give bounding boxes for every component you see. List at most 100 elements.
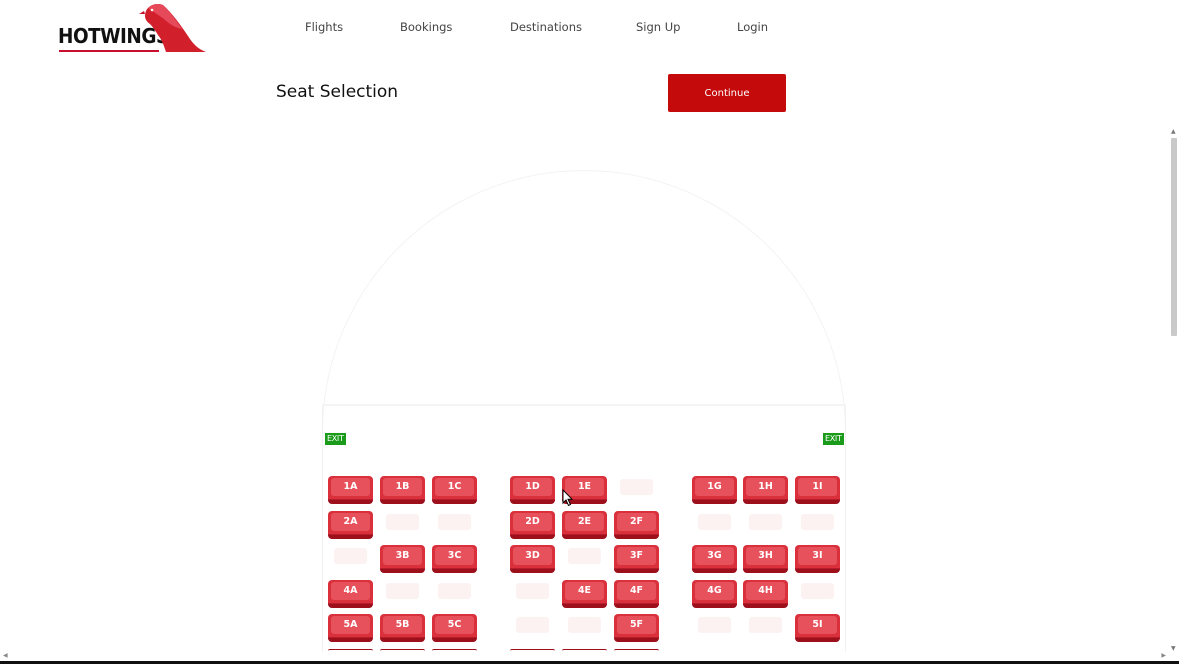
seat-4e[interactable]: 4E xyxy=(562,580,607,608)
cabin-wall-left xyxy=(322,404,323,652)
seat-label: 3B xyxy=(395,549,410,561)
seat-label: 4F xyxy=(629,584,644,596)
seat-label: 5C xyxy=(447,618,462,630)
cabin-divider xyxy=(322,404,846,406)
scroll-down-icon[interactable]: ▼ xyxy=(1171,645,1176,652)
seat-label: 3F xyxy=(629,549,644,561)
seat-5b[interactable]: 5B xyxy=(380,614,425,642)
seat-4c: 4C xyxy=(432,580,477,608)
seat-3d[interactable]: 3D xyxy=(510,545,555,573)
seat-cushion xyxy=(334,548,367,564)
seat-1d[interactable]: 1D xyxy=(510,476,555,504)
seat-4i: 4I xyxy=(795,580,840,608)
seat-cushion xyxy=(438,583,471,599)
seat-5g: 5G xyxy=(692,614,737,642)
seat-2b: 2B xyxy=(380,511,425,539)
seat-label: 3G xyxy=(707,549,722,561)
seat-label: 1I xyxy=(812,480,823,492)
seat-cushion xyxy=(516,617,549,633)
seat-5f[interactable]: 5F xyxy=(614,614,659,642)
seat-3b[interactable]: 3B xyxy=(380,545,425,573)
seat-label: 3D xyxy=(525,549,540,561)
mouse-cursor-icon xyxy=(562,489,574,507)
nav-login[interactable]: Login xyxy=(737,20,768,34)
seat-label: 1H xyxy=(758,480,773,492)
seat-label: 2E xyxy=(577,515,592,527)
seat-1a[interactable]: 1A xyxy=(328,476,373,504)
seat-4d: 4D xyxy=(510,580,555,608)
seat-label: 5I xyxy=(812,618,823,630)
nav-destinations[interactable]: Destinations xyxy=(510,20,582,34)
seat-1f: 1F xyxy=(614,476,659,504)
seat-1g[interactable]: 1G xyxy=(692,476,737,504)
seat-4f[interactable]: 4F xyxy=(614,580,659,608)
seat-label: 3C xyxy=(447,549,462,561)
seat-4b: 4B xyxy=(380,580,425,608)
seat-cushion xyxy=(386,583,419,599)
seat-label: 4H xyxy=(758,584,773,596)
seat-5e: 5E xyxy=(562,614,607,642)
seat-1c[interactable]: 1C xyxy=(432,476,477,504)
seat-label: 5B xyxy=(395,618,410,630)
seat-label: 2D xyxy=(525,515,540,527)
seat-4g[interactable]: 4G xyxy=(692,580,737,608)
horizontal-scrollbar[interactable]: ◀ ▶ xyxy=(0,652,1169,661)
exit-sign-left: EXIT xyxy=(325,433,346,445)
seat-label: 1B xyxy=(395,480,410,492)
seat-5c[interactable]: 5C xyxy=(432,614,477,642)
seat-label: 4E xyxy=(577,584,592,596)
seat-cushion xyxy=(698,617,731,633)
seat-1i[interactable]: 1I xyxy=(795,476,840,504)
seat-4h[interactable]: 4H xyxy=(743,580,788,608)
seat-2f[interactable]: 2F xyxy=(614,511,659,539)
seat-label: 4A xyxy=(343,584,358,596)
seat-label: 1E xyxy=(577,480,592,492)
seat-label: 2A xyxy=(343,515,358,527)
seat-2e[interactable]: 2E xyxy=(562,511,607,539)
vertical-scrollbar[interactable]: ▲ ▼ xyxy=(1169,128,1179,652)
seat-label: 5A xyxy=(343,618,358,630)
nav-bookings[interactable]: Bookings xyxy=(400,20,452,34)
seat-2d[interactable]: 2D xyxy=(510,511,555,539)
seat-label: 1D xyxy=(525,480,540,492)
seat-3f[interactable]: 3F xyxy=(614,545,659,573)
scroll-left-icon[interactable]: ◀ xyxy=(3,652,8,659)
hotwings-logo[interactable]: HOTWINGS xyxy=(56,2,208,56)
nav-sign-up[interactable]: Sign Up xyxy=(636,20,680,34)
seat-label: 3I xyxy=(812,549,823,561)
continue-button[interactable]: Continue xyxy=(668,74,786,112)
nav-flights[interactable]: Flights xyxy=(305,20,343,34)
vertical-scroll-thumb[interactable] xyxy=(1171,138,1177,336)
seat-label: 2F xyxy=(629,515,644,527)
seat-1b[interactable]: 1B xyxy=(380,476,425,504)
seat-cushion xyxy=(386,514,419,530)
seat-3g[interactable]: 3G xyxy=(692,545,737,573)
seat-5i[interactable]: 5I xyxy=(795,614,840,642)
seat-cushion xyxy=(801,514,834,530)
seat-2c: 2C xyxy=(432,511,477,539)
seat-cushion xyxy=(749,617,782,633)
seat-3i[interactable]: 3I xyxy=(795,545,840,573)
seat-2a[interactable]: 2A xyxy=(328,511,373,539)
seat-cushion xyxy=(749,514,782,530)
seat-2i: 2I xyxy=(795,511,840,539)
scroll-right-icon[interactable]: ▶ xyxy=(1161,652,1166,659)
seat-cushion xyxy=(568,548,601,564)
cabin-wall-right xyxy=(845,404,846,652)
exit-sign-right: EXIT xyxy=(823,433,844,445)
seat-cushion xyxy=(438,514,471,530)
seat-5a[interactable]: 5A xyxy=(328,614,373,642)
seat-3c[interactable]: 3C xyxy=(432,545,477,573)
seat-3e: 3E xyxy=(562,545,607,573)
seat-4a[interactable]: 4A xyxy=(328,580,373,608)
seat-5d: 5D xyxy=(510,614,555,642)
seat-1h[interactable]: 1H xyxy=(743,476,788,504)
seat-3h[interactable]: 3H xyxy=(743,545,788,573)
seat-cushion xyxy=(801,583,834,599)
seat-cushion xyxy=(620,479,653,495)
seat-cushion xyxy=(698,514,731,530)
seat-label: 1A xyxy=(343,480,358,492)
seat-label: 1G xyxy=(707,480,722,492)
scroll-up-icon[interactable]: ▲ xyxy=(1171,128,1176,135)
seat-label: 3H xyxy=(758,549,773,561)
